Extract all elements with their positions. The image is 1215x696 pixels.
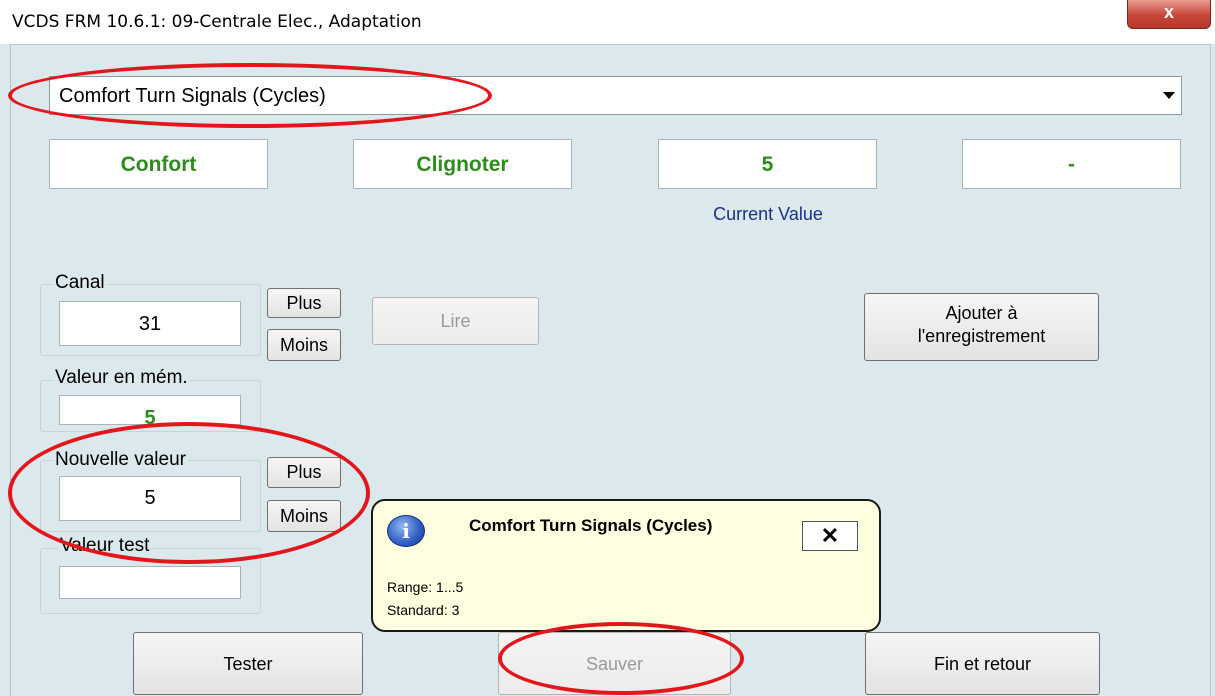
stored-value-field: 5 xyxy=(59,395,241,425)
add-to-log-line-2: l'enregistrement xyxy=(917,326,1046,346)
tooltip-title: Comfort Turn Signals (Cycles) xyxy=(469,516,713,535)
test-value-label: Valeur test xyxy=(58,535,152,557)
chevron-down-icon[interactable] xyxy=(1163,92,1175,99)
value-box-2: Clignoter xyxy=(353,139,572,189)
tooltip-standard: Standard: 3 xyxy=(387,602,460,618)
value-box-4: - xyxy=(962,139,1181,189)
title-bar: VCDS FRM 10.6.1: 09-Centrale Elec., Adap… xyxy=(0,0,1215,44)
canal-minus-button[interactable]: Moins xyxy=(267,329,341,361)
test-value-input[interactable] xyxy=(59,566,241,599)
info-tooltip: i Comfort Turn Signals (Cycles) ✕ Range:… xyxy=(371,499,881,632)
read-button[interactable]: Lire xyxy=(372,297,539,345)
info-icon: i xyxy=(387,515,425,547)
add-to-log-line-1: Ajouter à xyxy=(945,303,1018,323)
canal-plus-button[interactable]: Plus xyxy=(267,288,341,318)
save-button[interactable]: Sauver xyxy=(498,632,731,695)
canal-input[interactable]: 31 xyxy=(59,301,241,346)
new-value-label: Nouvelle valeur xyxy=(53,449,188,471)
window-title: VCDS FRM 10.6.1: 09-Centrale Elec., Adap… xyxy=(12,12,422,32)
window-close-button[interactable]: x xyxy=(1127,0,1211,29)
new-value-plus-button[interactable]: Plus xyxy=(267,457,341,488)
current-value-label: Current Value xyxy=(713,204,823,224)
new-value-input[interactable]: 5 xyxy=(59,476,241,521)
new-value-minus-button[interactable]: Moins xyxy=(267,500,341,532)
channel-dropdown[interactable]: Comfort Turn Signals (Cycles) xyxy=(49,76,1182,115)
value-box-1: Confort xyxy=(49,139,268,189)
tooltip-range: Range: 1...5 xyxy=(387,579,464,595)
canal-label: Canal xyxy=(53,272,107,294)
close-icon: x xyxy=(1163,2,1174,22)
stored-value-label: Valeur en mém. xyxy=(53,367,190,389)
tooltip-close-button[interactable]: ✕ xyxy=(802,521,858,551)
add-to-log-button[interactable]: Ajouter à l'enregistrement xyxy=(864,293,1099,361)
test-button[interactable]: Tester xyxy=(133,632,363,695)
value-box-3: 5 xyxy=(658,139,877,189)
exit-button[interactable]: Fin et retour xyxy=(865,632,1100,695)
channel-dropdown-value: Comfort Turn Signals (Cycles) xyxy=(59,85,326,107)
